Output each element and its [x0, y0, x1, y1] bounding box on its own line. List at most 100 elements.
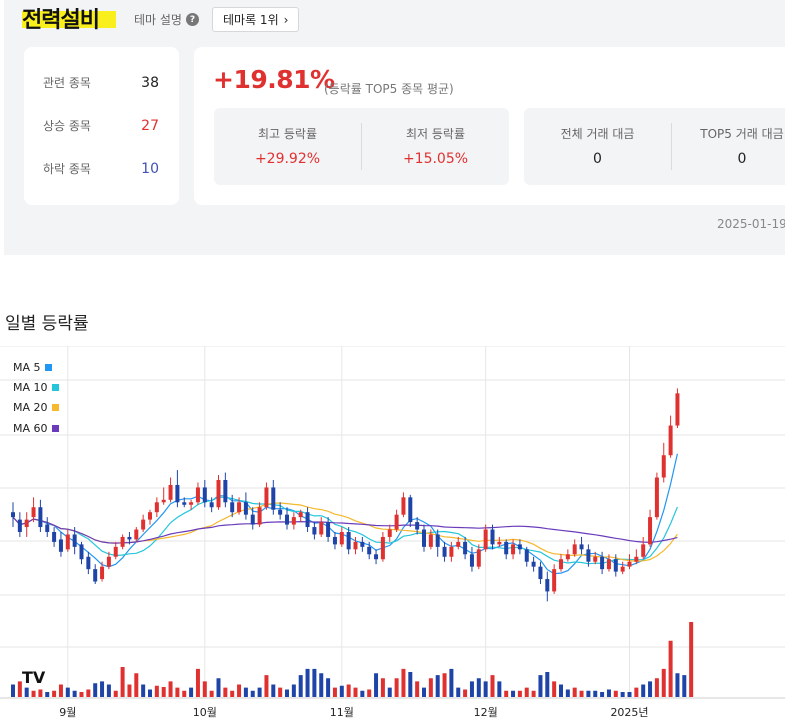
candle-body	[346, 532, 351, 550]
volume-bar	[394, 678, 399, 697]
min-rate-value: +15.05%	[402, 151, 469, 167]
candle-body	[367, 546, 372, 555]
volume-bar	[168, 681, 173, 697]
max-rate-col: 최고 등락률 +29.92%	[214, 108, 361, 185]
volume-bar	[230, 690, 235, 697]
candle-body	[189, 502, 194, 505]
candle-body	[483, 529, 488, 550]
candle-body	[675, 393, 680, 426]
legend-label-ma10: MA 10	[13, 380, 48, 394]
volume-bar	[483, 681, 488, 697]
candle-body	[380, 536, 385, 560]
rising-stocks-row: 상승 종목 27	[43, 117, 159, 134]
volume-bar	[579, 690, 584, 697]
candle-body	[442, 546, 447, 557]
candle-body	[72, 534, 77, 547]
volume-bar	[449, 668, 454, 697]
candle-body	[161, 499, 166, 503]
volume-bar	[120, 667, 125, 697]
candle-body	[476, 549, 481, 567]
volume-bar	[634, 687, 639, 697]
min-rate-label: 최저 등락률	[405, 127, 465, 141]
candle-body	[134, 529, 139, 540]
rising-stocks-value: 27	[141, 117, 159, 134]
candle-body	[86, 556, 91, 570]
volume-bar	[627, 692, 632, 697]
candle-body	[148, 512, 152, 520]
candle-body	[264, 487, 269, 508]
volume-bar	[195, 668, 200, 697]
volume-bar	[285, 689, 289, 697]
candle-body	[100, 566, 105, 580]
title-wrap: 전력설비	[22, 2, 116, 34]
volume-bar	[517, 690, 522, 697]
legend-swatch-ma60	[51, 424, 59, 432]
top5-volume-col: TOP5 거래 대금 0	[672, 108, 785, 185]
candle-body	[154, 502, 159, 513]
volume-bar	[11, 684, 15, 697]
candle-body	[517, 544, 522, 550]
volume-bar	[456, 687, 461, 697]
volume-bar	[58, 684, 63, 697]
help-icon[interactable]: ?	[185, 13, 199, 26]
volume-bar	[511, 690, 516, 697]
candle-body	[285, 514, 289, 525]
volume-bar	[538, 675, 543, 697]
volume-bar	[648, 681, 653, 697]
legend-item-ma10: MA 10	[13, 377, 59, 397]
candle-body	[668, 425, 673, 456]
volume-bar	[243, 687, 248, 697]
legend-label-ma20: MA 20	[13, 401, 48, 415]
volume-bar	[216, 678, 221, 697]
volume-bar	[620, 692, 625, 697]
falling-stocks-value: 10	[141, 160, 159, 177]
stock-count-card: 관련 종목 38 상승 종목 27 하락 종목 10	[24, 47, 179, 205]
legend-item-ma5: MA 5	[13, 357, 59, 377]
candle-body	[504, 541, 509, 555]
volume-bar	[497, 681, 502, 697]
candle-body	[209, 502, 214, 508]
candle-body	[243, 502, 248, 515]
candle-body	[415, 522, 420, 530]
volume-bar	[161, 687, 166, 697]
volume-bar	[79, 692, 84, 697]
candle-body	[17, 519, 22, 532]
candle-body	[278, 509, 283, 515]
theme-description-link[interactable]: 테마 설명 ?	[134, 11, 199, 28]
volume-bar	[545, 672, 550, 697]
candle-body	[511, 544, 516, 555]
candle-body	[627, 561, 632, 567]
volume-bar	[401, 668, 406, 697]
related-stocks-label: 관련 종목	[43, 76, 91, 90]
x-axis-label: 10월	[192, 706, 217, 719]
candle-body	[559, 559, 563, 570]
candle-body	[661, 455, 666, 478]
volume-bar	[682, 675, 687, 697]
volume-bar	[613, 690, 618, 697]
candle-body	[11, 512, 15, 518]
candle-body	[79, 544, 84, 560]
candle-body	[216, 480, 221, 508]
volume-bar	[298, 675, 303, 697]
volume-bar	[661, 668, 666, 697]
candle-body	[230, 502, 235, 513]
volume-bar	[559, 684, 563, 697]
volume-bar	[100, 681, 105, 697]
volume-bar	[422, 687, 426, 697]
volume-bar	[490, 675, 495, 697]
volume-bar	[134, 673, 139, 697]
daily-rate-chart[interactable]: TV	[0, 346, 785, 719]
candle-body	[31, 507, 36, 518]
volume-bar	[86, 689, 91, 697]
x-axis-label: 11월	[329, 706, 354, 719]
volume-bar	[675, 673, 680, 697]
x-axis-label: 12월	[473, 706, 498, 719]
candle-body	[120, 536, 125, 547]
theme-rank-button[interactable]: 테마록 1위 ›	[212, 7, 300, 32]
candle-body	[312, 527, 317, 535]
volume-bar	[312, 668, 317, 697]
volume-bar	[476, 678, 481, 697]
volume-bar	[113, 690, 118, 697]
candle-body	[641, 544, 646, 557]
candle-body	[360, 541, 365, 547]
